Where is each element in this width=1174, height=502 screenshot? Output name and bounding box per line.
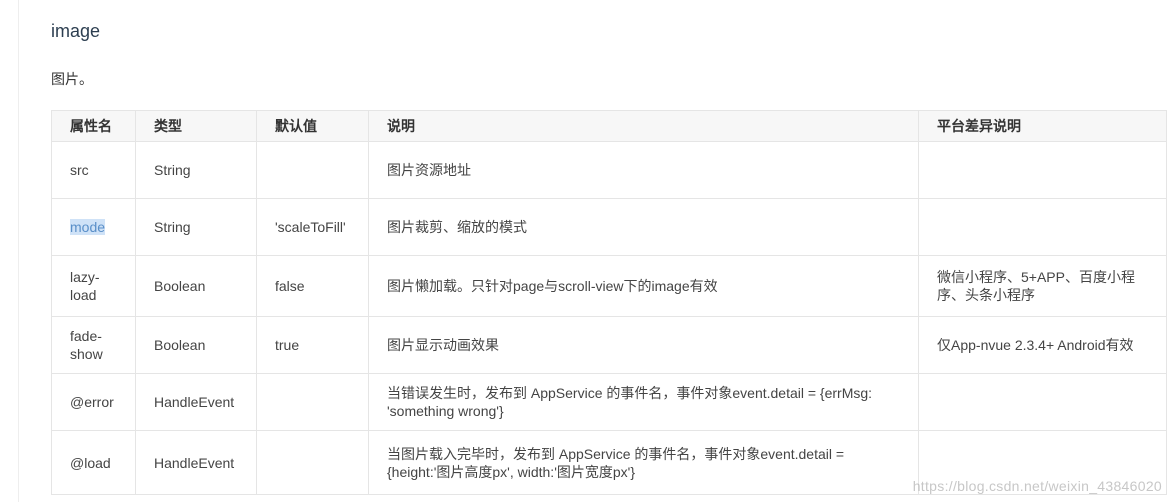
cell-default: 'scaleToFill' xyxy=(256,198,369,256)
cell-platform: 仅App-nvue 2.3.4+ Android有效 xyxy=(918,316,1167,374)
cell-desc: 当图片载入完毕时，发布到 AppService 的事件名，事件对象event.d… xyxy=(368,430,919,495)
cell-name: @error xyxy=(51,373,136,431)
cell-type: Boolean xyxy=(135,255,257,317)
cell-platform: 微信小程序、5+APP、百度小程序、头条小程序 xyxy=(918,255,1167,317)
table-header-row: 属性名 类型 默认值 说明 平台差异说明 xyxy=(51,110,1167,142)
cell-name: mode xyxy=(51,198,136,256)
cell-type: String xyxy=(135,198,257,256)
cell-platform xyxy=(918,373,1167,431)
cell-name: @load xyxy=(51,430,136,495)
header-platform: 平台差异说明 xyxy=(918,110,1167,142)
table-row: @error HandleEvent 当错误发生时，发布到 AppService… xyxy=(51,373,1167,431)
cell-type: HandleEvent xyxy=(135,373,257,431)
cell-desc: 图片懒加载。只针对page与scroll-view下的image有效 xyxy=(368,255,919,317)
cell-desc: 图片显示动画效果 xyxy=(368,316,919,374)
table-row: lazy-load Boolean false 图片懒加载。只针对page与sc… xyxy=(51,255,1167,317)
header-description: 说明 xyxy=(368,110,919,142)
cell-desc: 图片裁剪、缩放的模式 xyxy=(368,198,919,256)
cell-platform xyxy=(918,141,1167,199)
cell-type: String xyxy=(135,141,257,199)
cell-desc: 图片资源地址 xyxy=(368,141,919,199)
cell-name: lazy-load xyxy=(51,255,136,317)
table-row: fade-show Boolean true 图片显示动画效果 仅App-nvu… xyxy=(51,316,1167,374)
header-type: 类型 xyxy=(135,110,257,142)
cell-default: true xyxy=(256,316,369,374)
cell-platform xyxy=(918,198,1167,256)
section-description: 图片。 xyxy=(51,71,93,87)
section-title: image xyxy=(51,21,101,41)
header-attr-name: 属性名 xyxy=(51,110,136,142)
table-row: src String 图片资源地址 xyxy=(51,141,1167,199)
cell-name: fade-show xyxy=(51,316,136,374)
cell-default xyxy=(256,430,369,495)
cell-type: Boolean xyxy=(135,316,257,374)
watermark: https://blog.csdn.net/weixin_43846020 xyxy=(912,478,1162,494)
cell-type: HandleEvent xyxy=(135,430,257,495)
cell-default xyxy=(256,373,369,431)
cell-desc: 当错误发生时，发布到 AppService 的事件名，事件对象event.det… xyxy=(368,373,919,431)
table-row: mode String 'scaleToFill' 图片裁剪、缩放的模式 xyxy=(51,198,1167,256)
cell-name: src xyxy=(51,141,136,199)
cell-default: false xyxy=(256,255,369,317)
left-divider xyxy=(18,0,19,502)
cell-default xyxy=(256,141,369,199)
header-default: 默认值 xyxy=(256,110,369,142)
attribute-table: 属性名 类型 默认值 说明 平台差异说明 src String 图片资源地址 m… xyxy=(51,110,1167,495)
selected-text[interactable]: mode xyxy=(70,219,106,235)
doc-page: image 图片。 属性名 类型 默认值 说明 平台差异说明 src Strin… xyxy=(0,0,1174,502)
